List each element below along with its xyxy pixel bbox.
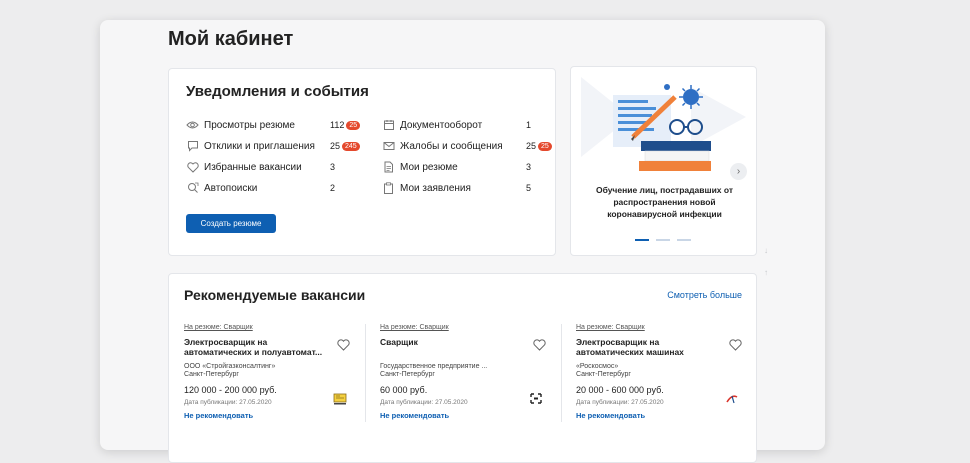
heart-icon <box>186 161 199 174</box>
vacancy-salary: 120 000 - 200 000 руб. <box>184 385 277 395</box>
page-title: Мой кабинет <box>168 28 294 50</box>
notif-row-responses[interactable]: Отклики и приглашения 25 245 <box>186 139 360 153</box>
notif-row-complaints[interactable]: Жалобы и сообщения 25 25 <box>382 139 552 153</box>
promo-dot-1[interactable] <box>635 239 649 241</box>
arrow-up-icon[interactable]: ↑ <box>764 268 768 277</box>
notif-count: 25 <box>330 141 341 151</box>
promo-pagination <box>635 239 691 241</box>
vacancy-from-resume[interactable]: На резюме: Сварщик <box>380 324 449 331</box>
notif-label: Жалобы и сообщения <box>400 140 503 152</box>
favorite-heart-icon[interactable] <box>337 338 350 356</box>
notif-label: Избранные вакансии <box>204 161 302 173</box>
promo-card[interactable]: › Обучение лиц, пострадавших от распрост… <box>570 66 757 256</box>
see-more-link[interactable]: Смотреть больше <box>667 290 742 300</box>
notif-row-documents[interactable]: Документооборот 1 <box>382 118 531 132</box>
vacancy-city: Санкт-Петербург <box>576 371 631 378</box>
recommended-title: Рекомендуемые вакансии <box>184 287 366 303</box>
notif-count: 3 <box>526 162 532 172</box>
notif-count: 2 <box>330 183 336 193</box>
vacancy-published: Дата публикации: 27.05.2020 <box>380 399 468 406</box>
arrow-down-icon[interactable]: ↓ <box>764 246 768 255</box>
notif-label: Мои резюме <box>400 161 458 173</box>
vacancy-salary: 20 000 - 600 000 руб. <box>576 385 664 395</box>
notif-row-favorites[interactable]: Избранные вакансии 3 <box>186 160 335 174</box>
vacancy-published: Дата публикации: 27.05.2020 <box>576 399 664 406</box>
promo-next-button[interactable]: › <box>730 163 747 180</box>
notif-label: Документооборот <box>400 119 483 131</box>
not-recommend-link[interactable]: Не рекомендовать <box>576 411 645 420</box>
notif-count: 25 <box>526 141 537 151</box>
new-badge: 25 <box>346 120 361 130</box>
favorite-heart-icon[interactable] <box>729 338 742 356</box>
vacancy-from-resume[interactable]: На резюме: Сварщик <box>184 324 253 331</box>
vacancy-salary: 60 000 руб. <box>380 385 428 395</box>
notif-row-my-resumes[interactable]: Мои резюме 3 <box>382 160 531 174</box>
create-resume-button[interactable]: Создать резюме <box>186 214 276 233</box>
vacancy-card[interactable]: На резюме: Сварщик Электросварщик на авт… <box>576 324 756 424</box>
notif-label: Автопоиски <box>204 182 258 194</box>
new-badge: 245 <box>342 141 360 151</box>
notif-row-my-applications[interactable]: Мои заявления 5 <box>382 181 531 195</box>
chat-icon <box>186 140 199 153</box>
autosearch-icon <box>186 182 199 195</box>
notif-label: Отклики и приглашения <box>204 140 315 152</box>
vacancy-title[interactable]: Электросварщик на автоматических машинах <box>576 337 724 357</box>
notif-count: 1 <box>526 120 532 130</box>
promo-text: Обучение лиц, пострадавших от распростра… <box>595 185 734 219</box>
notifications-card: Уведомления и события Просмотры резюме 1… <box>168 68 556 256</box>
chevron-right-icon: › <box>736 166 741 177</box>
notif-count: 5 <box>526 183 532 193</box>
company-logo <box>332 392 348 406</box>
new-badge: 25 <box>538 141 552 151</box>
vacancy-title[interactable]: Электросварщик на автоматических и полуа… <box>184 337 332 357</box>
vacancy-city: Санкт-Петербург <box>380 371 435 378</box>
recommended-card: Рекомендуемые вакансии Смотреть больше Н… <box>168 273 757 463</box>
eye-icon <box>186 119 199 132</box>
document-icon <box>382 161 395 174</box>
notif-label: Просмотры резюме <box>204 119 295 131</box>
vacancy-city: Санкт-Петербург <box>184 371 239 378</box>
company-logo <box>724 392 740 406</box>
vacancy-from-resume[interactable]: На резюме: Сварщик <box>576 324 645 331</box>
notif-label: Мои заявления <box>400 182 471 194</box>
notif-row-resume-views[interactable]: Просмотры резюме 112 25 <box>186 118 361 132</box>
vacancy-company: «Роскосмос» <box>576 363 619 370</box>
promo-dot-2[interactable] <box>656 239 670 241</box>
notif-row-autosearch[interactable]: Автопоиски 2 <box>186 181 335 195</box>
vacancy-published: Дата публикации: 27.05.2020 <box>184 399 272 406</box>
vacancy-title[interactable]: Сварщик <box>380 337 528 347</box>
vacancy-card[interactable]: На резюме: Сварщик Сварщик Государственн… <box>380 324 560 424</box>
clipboard-icon <box>382 182 395 195</box>
company-logo <box>528 392 544 406</box>
notifications-title: Уведомления и события <box>186 83 369 100</box>
mail-icon <box>382 140 395 153</box>
notif-count: 3 <box>330 162 336 172</box>
vacancy-company: Государственное предприятие ... <box>380 363 488 370</box>
promo-illustration <box>581 77 746 171</box>
promo-dot-3[interactable] <box>677 239 691 241</box>
cabinet-sheet: Мой кабинет Уведомления и события Просмо… <box>100 20 825 463</box>
vacancy-divider <box>561 324 562 422</box>
not-recommend-link[interactable]: Не рекомендовать <box>380 411 449 420</box>
calendar-icon <box>382 119 395 132</box>
favorite-heart-icon[interactable] <box>533 338 546 356</box>
vacancy-divider <box>365 324 366 422</box>
notif-count: 112 <box>330 120 345 130</box>
not-recommend-link[interactable]: Не рекомендовать <box>184 411 253 420</box>
vacancy-company: ООО «Стройгазконсалтинг» <box>184 363 276 370</box>
vacancy-card[interactable]: На резюме: Сварщик Электросварщик на авт… <box>184 324 364 424</box>
